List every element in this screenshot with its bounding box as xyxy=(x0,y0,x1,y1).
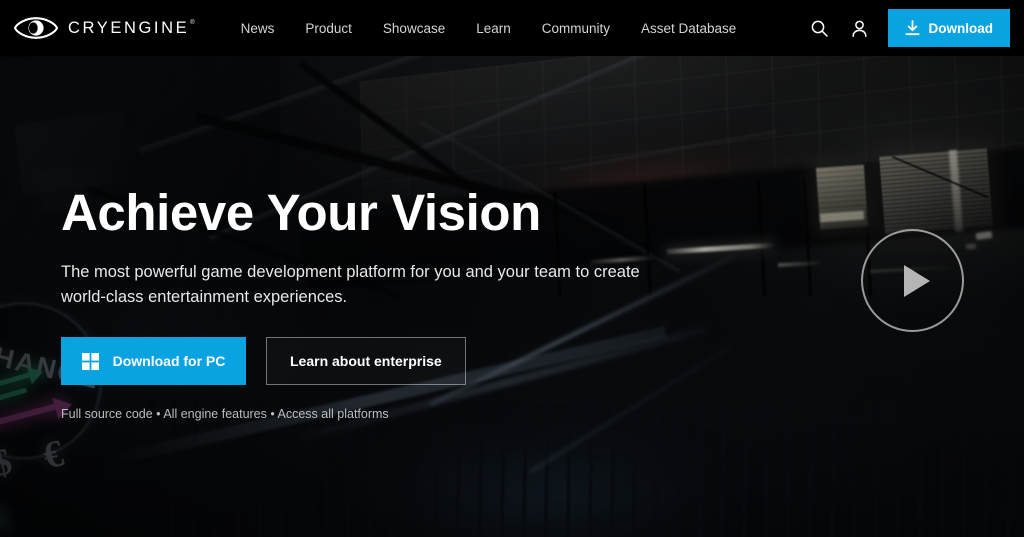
search-icon[interactable] xyxy=(808,16,832,40)
hero-play-video-button[interactable] xyxy=(861,229,964,332)
nav-item-product[interactable]: Product xyxy=(305,21,352,36)
logo-wordmark-text: CRYENGINE xyxy=(68,18,190,37)
nav-item-community[interactable]: Community xyxy=(542,21,610,36)
logo-wordmark: CRYENGINE ® xyxy=(68,19,195,38)
hero-subtitle: The most powerful game development platf… xyxy=(61,263,640,307)
learn-about-enterprise-label: Learn about enterprise xyxy=(290,353,442,370)
windows-logo-icon xyxy=(81,352,99,370)
cryengine-homepage: EXCHANGE $ € CRYENGINE ® News Product Sh… xyxy=(0,0,1024,537)
header-download-label: Download xyxy=(928,20,994,36)
nav-item-showcase[interactable]: Showcase xyxy=(383,21,445,36)
hero-features-line: Full source code • All engine features •… xyxy=(61,407,389,422)
hero-headline: Achieve Your Vision xyxy=(61,184,541,241)
download-for-pc-label: Download for PC xyxy=(112,353,226,370)
site-header: CRYENGINE ® News Product Showcase Learn C… xyxy=(0,0,1024,56)
download-for-pc-button[interactable]: Download for PC xyxy=(61,337,246,386)
user-account-icon[interactable] xyxy=(848,16,872,40)
eye-logo-icon xyxy=(14,17,58,39)
play-triangle-icon xyxy=(903,264,930,297)
cryengine-logo[interactable]: CRYENGINE ® xyxy=(14,17,195,39)
nav-item-news[interactable]: News xyxy=(241,21,275,36)
logo-registered-mark: ® xyxy=(190,19,195,26)
main-navigation: News Product Showcase Learn Community As… xyxy=(241,21,737,36)
nav-item-learn[interactable]: Learn xyxy=(476,21,511,36)
header-download-button[interactable]: Download xyxy=(887,9,1010,47)
background-light-speck-2 xyxy=(966,244,976,249)
download-icon xyxy=(904,20,920,36)
nav-item-asset-database[interactable]: Asset Database xyxy=(641,21,736,36)
hero-action-buttons: Download for PC Learn about enterprise xyxy=(61,337,701,386)
header-actions: Download xyxy=(808,9,1010,47)
hero-content: Achieve Your Vision The most powerful ga… xyxy=(61,184,701,422)
learn-about-enterprise-button[interactable]: Learn about enterprise xyxy=(266,337,466,386)
